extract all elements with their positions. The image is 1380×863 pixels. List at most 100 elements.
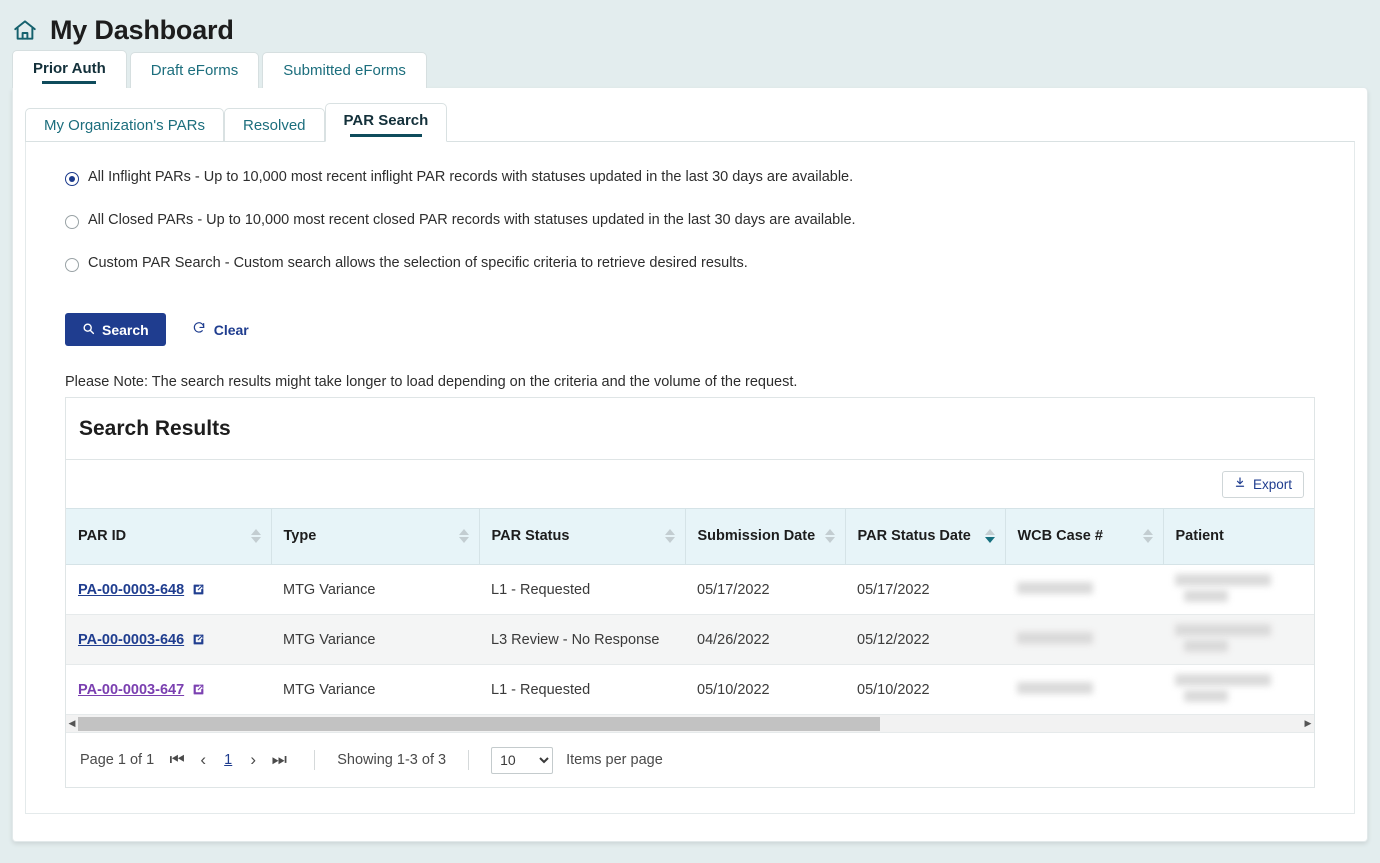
cell-wcb-case <box>1005 664 1163 715</box>
sort-toggle-wcb-case[interactable] <box>1142 529 1153 544</box>
par-search-panel: All Inflight PARs - Up to 10,000 most re… <box>25 141 1355 814</box>
tab-submitted-eforms[interactable]: Submitted eForms <box>262 52 427 88</box>
cell-submission-date: 04/26/2022 <box>685 614 845 665</box>
radio-label-all-inflight-pars: All Inflight PARs - Up to 10,000 most re… <box>88 169 854 185</box>
page-title: My Dashboard <box>50 14 234 45</box>
first-page-icon[interactable]: ⏮ <box>164 747 190 773</box>
external-link-icon[interactable] <box>192 583 205 596</box>
page-number-1[interactable]: 1 <box>224 752 232 768</box>
cell-par-id: PA-00-0003-646 <box>66 614 271 665</box>
sort-toggle-par-status-date[interactable] <box>984 529 995 544</box>
radio-label-custom-par-search: Custom PAR Search - Custom search allows… <box>88 255 748 271</box>
sort-toggle-par-status[interactable] <box>664 529 675 544</box>
column-header-submission-date[interactable]: Submission Date <box>685 508 846 565</box>
main-card: My Organization's PARs Resolved PAR Sear… <box>12 88 1368 842</box>
cell-wcb-case <box>1005 614 1163 665</box>
cell-patient <box>1163 614 1314 665</box>
search-button-label: Search <box>102 321 149 338</box>
cell-par-status: L1 - Requested <box>479 664 685 715</box>
column-label-wcb-case: WCB Case # <box>1017 527 1103 544</box>
par-id-link[interactable]: PA-00-0003-646 <box>78 632 184 648</box>
radio-label-all-closed-pars: All Closed PARs - Up to 10,000 most rece… <box>88 212 856 228</box>
home-icon[interactable] <box>12 17 38 43</box>
clear-button-label: Clear <box>213 321 249 338</box>
sort-toggle-par-id[interactable] <box>250 529 261 544</box>
pagination-bar: Page 1 of 1 ⏮ ‹ 1 › ⏭ Showing 1-3 of 3 1… <box>66 733 1314 787</box>
search-icon <box>82 322 95 338</box>
tab-my-organizations-pars[interactable]: My Organization's PARs <box>25 108 224 142</box>
tab-resolved[interactable]: Resolved <box>223 108 325 142</box>
inner-tab-bar: My Organization's PARs Resolved PAR Sear… <box>13 88 1367 142</box>
download-icon <box>1234 476 1246 492</box>
outer-tab-bar: Prior Auth Draft eForms Submitted eForms <box>0 50 1380 88</box>
showing-count: Showing 1-3 of 3 <box>337 752 447 768</box>
cell-par-id: PA-00-0003-648 <box>66 564 271 615</box>
par-id-link[interactable]: PA-00-0003-648 <box>78 582 184 598</box>
search-results-title: Search Results <box>79 416 231 440</box>
divider <box>468 750 470 770</box>
column-label-par-id: PAR ID <box>78 527 127 544</box>
column-label-par-status: PAR Status <box>491 527 570 544</box>
redacted-value <box>1175 673 1271 686</box>
column-label-par-status-date: PAR Status Date <box>857 527 971 544</box>
results-table-scroll: PAR ID Type PAR Status Submission Date P… <box>66 508 1314 715</box>
results-table: PAR ID Type PAR Status Submission Date P… <box>66 508 1314 715</box>
scrollbar-thumb[interactable] <box>78 716 880 731</box>
radio-option-all-inflight-pars[interactable]: All Inflight PARs - Up to 10,000 most re… <box>65 169 1354 186</box>
redacted-value <box>1175 573 1271 586</box>
radio-option-all-closed-pars[interactable]: All Closed PARs - Up to 10,000 most rece… <box>65 212 1354 229</box>
radio-option-custom-par-search[interactable]: Custom PAR Search - Custom search allows… <box>65 255 1354 272</box>
cell-submission-date: 05/10/2022 <box>685 664 845 715</box>
search-button[interactable]: Search <box>65 313 166 346</box>
cell-par-id: PA-00-0003-647 <box>66 664 271 715</box>
results-toolbar: Export <box>66 460 1314 508</box>
horizontal-scrollbar[interactable]: ◀ ▶ <box>66 715 1314 733</box>
column-header-par-id[interactable]: PAR ID <box>66 508 272 565</box>
cell-par-status: L1 - Requested <box>479 564 685 615</box>
search-actions: Search Clear <box>26 299 1354 346</box>
redacted-value <box>1017 681 1093 694</box>
column-label-patient: Patient <box>1175 527 1224 544</box>
items-per-page-label: Items per page <box>566 752 663 768</box>
previous-page-icon[interactable]: ‹ <box>190 747 216 773</box>
tab-prior-auth[interactable]: Prior Auth <box>12 50 127 88</box>
clear-button[interactable]: Clear <box>192 321 249 338</box>
cell-patient <box>1163 564 1314 615</box>
column-header-type[interactable]: Type <box>271 508 480 565</box>
cell-par-status: L3 Review - No Response <box>479 614 685 665</box>
cell-type: MTG Variance <box>271 564 479 615</box>
scroll-right-icon[interactable]: ▶ <box>1302 718 1314 729</box>
tab-draft-eforms[interactable]: Draft eForms <box>129 52 260 88</box>
page-indicator: Page 1 of 1 <box>80 752 155 768</box>
par-id-link[interactable]: PA-00-0003-647 <box>78 682 184 698</box>
search-results-panel: Search Results Export PAR ID Type PAR St… <box>65 397 1315 788</box>
tab-par-search[interactable]: PAR Search <box>324 103 448 142</box>
next-page-icon[interactable]: › <box>240 747 266 773</box>
column-label-type: Type <box>283 527 317 544</box>
external-link-icon[interactable] <box>192 683 205 696</box>
cell-type: MTG Variance <box>271 664 479 715</box>
cell-patient <box>1163 664 1314 715</box>
items-per-page-select[interactable]: 102550100 <box>491 746 554 774</box>
scrollbar-track[interactable] <box>78 716 1302 731</box>
column-header-par-status-date[interactable]: PAR Status Date <box>845 508 1006 565</box>
last-page-icon[interactable]: ⏭ <box>266 747 292 773</box>
column-header-patient[interactable]: Patient <box>1163 508 1314 565</box>
column-header-par-status[interactable]: PAR Status <box>479 508 686 565</box>
column-header-wcb-case[interactable]: WCB Case # <box>1005 508 1164 565</box>
external-link-icon[interactable] <box>192 633 205 646</box>
radio-button-all-inflight-pars[interactable] <box>65 172 79 186</box>
radio-button-custom-par-search[interactable] <box>65 258 79 272</box>
sort-toggle-type[interactable] <box>458 529 469 544</box>
cell-submission-date: 05/17/2022 <box>685 564 845 615</box>
cell-par-status-date: 05/10/2022 <box>845 664 1005 715</box>
redacted-value <box>1017 631 1093 644</box>
page-header: My Dashboard <box>0 0 1380 50</box>
sort-toggle-submission-date[interactable] <box>824 529 835 544</box>
radio-button-all-closed-pars[interactable] <box>65 215 79 229</box>
export-button[interactable]: Export <box>1221 470 1304 498</box>
export-button-label: Export <box>1252 476 1292 492</box>
scroll-left-icon[interactable]: ◀ <box>66 718 78 729</box>
cell-type: MTG Variance <box>271 614 479 665</box>
redacted-value <box>1184 639 1228 652</box>
